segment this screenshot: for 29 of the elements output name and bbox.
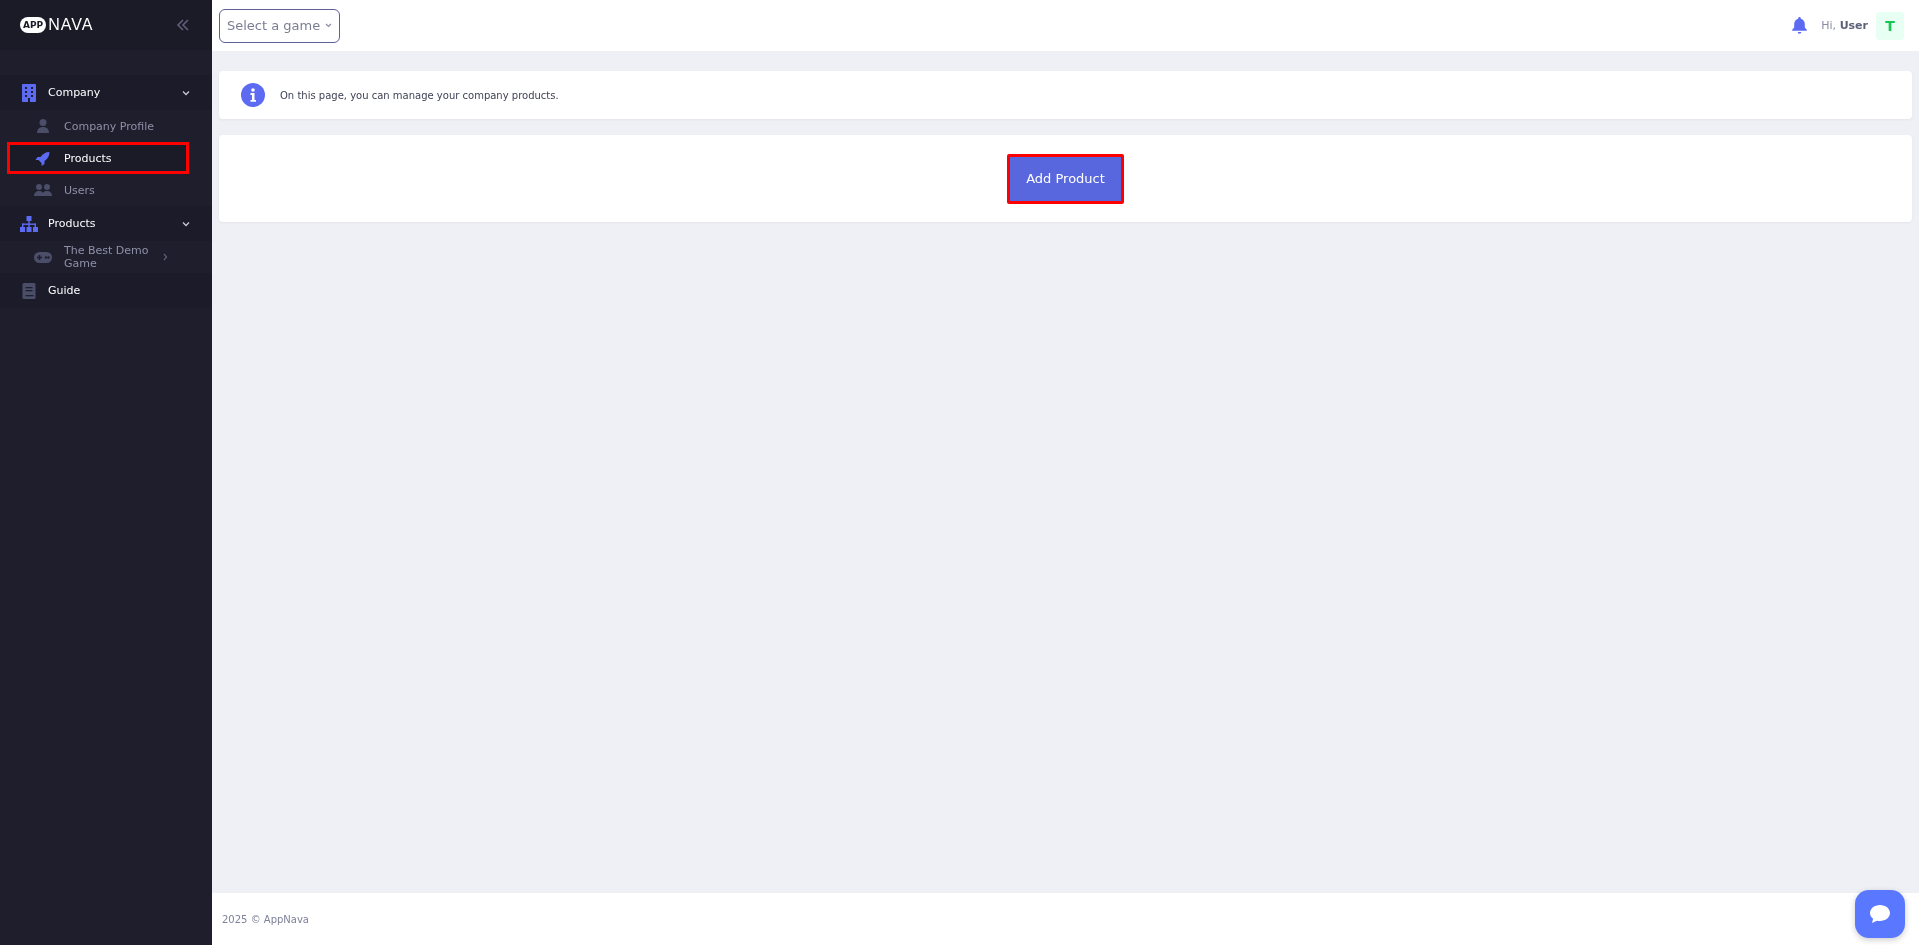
chat-bubble-icon — [1869, 904, 1891, 924]
info-icon — [241, 83, 265, 107]
sidebar-section-label: Products — [48, 217, 97, 230]
sidebar-item[interactable]: Users — [7, 174, 189, 206]
gamepad-icon — [34, 251, 52, 263]
game-select[interactable]: Select a game — [219, 8, 341, 43]
greeting-text: Hi, User — [1821, 19, 1868, 32]
sitemap-icon — [20, 215, 38, 232]
people-icon — [34, 184, 52, 196]
info-text: On this page, you can manage your company products. — [280, 89, 559, 101]
sidebar-item[interactable]: Company Profile — [7, 110, 189, 142]
chevron-icon — [325, 23, 333, 28]
bell-icon[interactable] — [1792, 17, 1808, 34]
double-chevron-icon[interactable] — [176, 18, 190, 32]
person-icon — [34, 119, 52, 133]
sidebar-item[interactable]: The Best Demo Game — [7, 241, 189, 273]
logo-text: NAVA — [48, 16, 94, 34]
rocket-icon — [34, 150, 52, 166]
building-icon — [20, 83, 38, 102]
chat-button[interactable] — [1855, 890, 1905, 938]
sidebar-section-label: Guide — [48, 284, 82, 297]
add-product-button[interactable]: Add Product — [1007, 153, 1124, 204]
copyright-text: 2025 © AppNava — [222, 913, 309, 925]
sidebar-section-label: Company — [48, 86, 102, 99]
chevron-icon — [182, 89, 190, 96]
logo-badge: APP — [20, 17, 47, 33]
sidebar-item[interactable]: Products — [7, 142, 189, 174]
chevron-icon — [182, 220, 190, 227]
book-icon — [20, 282, 38, 299]
